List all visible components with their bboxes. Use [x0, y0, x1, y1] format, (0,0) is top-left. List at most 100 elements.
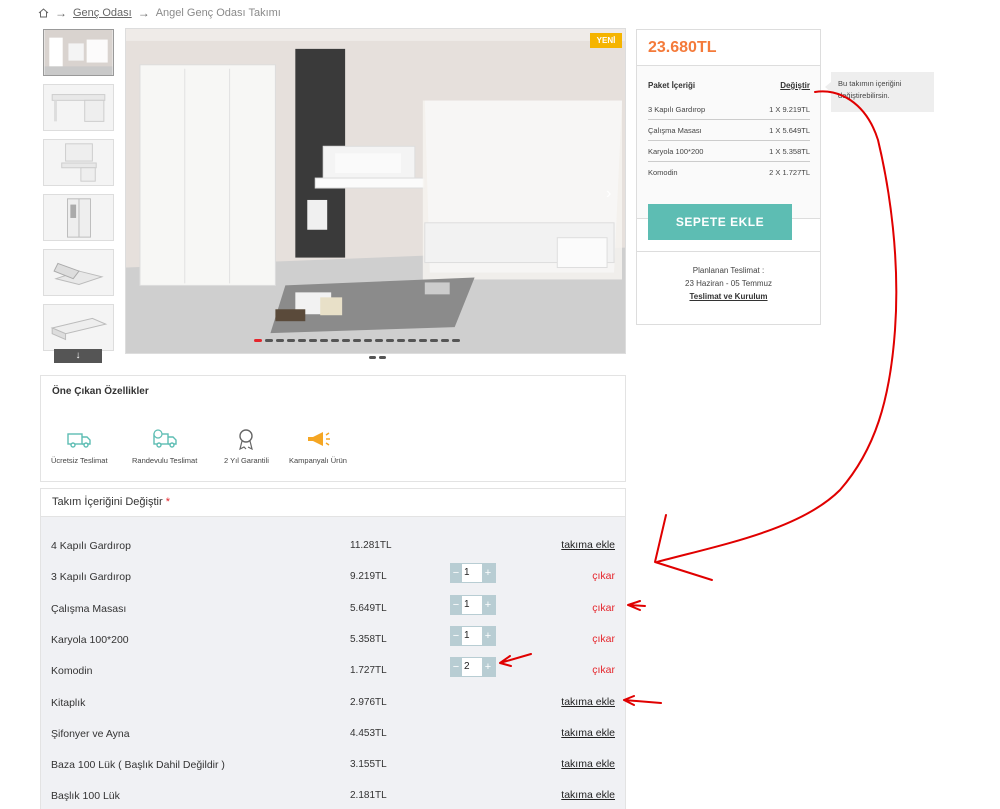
package-item-name: Komodin — [648, 168, 678, 177]
add-to-set-link[interactable]: takıma ekle — [561, 696, 615, 708]
package-item-name: 3 Kapılı Gardırop — [648, 105, 706, 114]
gallery-dot[interactable] — [254, 339, 262, 342]
set-item-name: Kitaplık — [51, 696, 86, 709]
megaphone-icon — [307, 432, 330, 446]
gallery-dot[interactable] — [342, 339, 350, 342]
award-badge-icon — [239, 429, 254, 450]
set-item-row: Çalışma Masası 5.649TL −1 + çıkar — [41, 593, 625, 624]
gallery-dot[interactable] — [298, 339, 306, 342]
add-to-set-link[interactable]: takıma ekle — [561, 789, 615, 801]
set-item-row: 3 Kapılı Gardırop 9.219TL −1 + çıkar — [41, 561, 625, 592]
plus-icon[interactable]: + — [482, 595, 494, 615]
remove-link[interactable]: çıkar — [592, 602, 615, 614]
quantity-value[interactable]: 1 — [462, 595, 482, 614]
breadcrumb-link-genc-odasi[interactable]: Genç Odası — [73, 7, 132, 19]
feature-item: Ücretsiz Teslimat — [51, 428, 108, 465]
gallery-dot[interactable] — [364, 339, 372, 342]
package-item: Komodin 2 X 1.727TL — [648, 163, 810, 183]
gallery-dot[interactable] — [430, 339, 438, 342]
package-title: Paket İçeriği — [648, 81, 696, 90]
feature-label: 2 Yıl Garantili — [224, 456, 269, 465]
breadcrumb: → Genç Odası → Angel Genç Odası Takımı — [38, 6, 281, 20]
set-item-row: Komodin 1.727TL −2 + çıkar — [41, 655, 625, 686]
set-item-name: Çalışma Masası — [51, 602, 127, 615]
change-contents-title-text: Takım İçeriğini Değiştir — [52, 496, 163, 508]
thumbnail-strip: ↓ — [40, 28, 117, 364]
set-item-name: Baza 100 Lük ( Başlık Dahil Değildir ) — [51, 759, 225, 772]
set-item-name: Komodin — [51, 665, 93, 678]
add-to-set-link[interactable]: takıma ekle — [561, 539, 615, 551]
quantity-value[interactable]: 2 — [462, 658, 482, 677]
quantity-stepper[interactable]: −1 + — [450, 594, 496, 615]
gallery-dot[interactable] — [265, 339, 273, 342]
gallery-dot[interactable] — [386, 339, 394, 342]
package-header: Paket İçeriği Değiştir — [648, 81, 810, 90]
gallery-dot[interactable] — [320, 339, 328, 342]
add-to-set-link[interactable]: takıma ekle — [561, 727, 615, 739]
gallery-dot[interactable] — [276, 339, 284, 342]
thumbnail-storage-bed[interactable] — [43, 249, 114, 296]
thumbnail-desk-shelf[interactable] — [43, 139, 114, 186]
price-panel: 23.680TL Paket İçeriği Değiştir 3 Kapılı… — [636, 29, 821, 325]
feature-item: Kampanyalı Ürün — [289, 428, 347, 465]
minus-icon[interactable]: − — [450, 563, 462, 583]
thumbnail-room[interactable] — [43, 29, 114, 76]
remove-link[interactable]: çıkar — [592, 633, 615, 645]
gallery-dot[interactable] — [408, 339, 416, 342]
remove-link[interactable]: çıkar — [592, 570, 615, 582]
set-item-name: Karyola 100*200 — [51, 633, 129, 646]
set-item-row: Başlık 100 Lük 2.181TL takıma ekle — [41, 780, 625, 809]
remove-link[interactable]: çıkar — [592, 664, 615, 676]
gallery-dot[interactable] — [353, 339, 361, 342]
scheduled-truck-icon — [152, 429, 177, 448]
chevron-right-icon[interactable]: › — [606, 185, 611, 203]
quantity-stepper[interactable]: −2 + — [450, 657, 496, 678]
add-to-set-link[interactable]: takıma ekle — [561, 758, 615, 770]
thumbnail-desk[interactable] — [43, 84, 114, 131]
package-item-qty: 1 X 9.219TL — [769, 105, 810, 114]
breadcrumb-separator-icon: → — [137, 6, 150, 20]
quantity-stepper[interactable]: −1 + — [450, 563, 496, 584]
change-package-link[interactable]: Değiştir — [780, 81, 810, 90]
quantity-value[interactable]: 1 — [462, 564, 482, 583]
gallery-dot[interactable] — [397, 339, 405, 342]
package-item-name: Karyola 100*200 — [648, 147, 704, 156]
gallery-dot[interactable] — [419, 339, 427, 342]
quantity-value[interactable]: 1 — [462, 626, 482, 645]
add-to-cart-button[interactable]: SEPETE EKLE — [648, 204, 792, 240]
change-contents-title: Takım İçeriğini Değiştir * — [41, 489, 625, 517]
gallery-dot[interactable] — [287, 339, 295, 342]
arrow-down-icon[interactable]: ↓ — [54, 349, 102, 363]
gallery-page-dot[interactable] — [369, 356, 376, 359]
feature-label: Ücretsiz Teslimat — [51, 456, 108, 465]
thumbnail-wardrobe-open[interactable] — [43, 194, 114, 241]
set-item-price: 2.181TL — [350, 790, 387, 802]
gallery-page-dot[interactable] — [379, 356, 386, 359]
minus-icon[interactable]: − — [450, 595, 462, 615]
plus-icon[interactable]: + — [482, 563, 494, 583]
quantity-stepper[interactable]: −1 + — [450, 625, 496, 646]
gallery-dot[interactable] — [441, 339, 449, 342]
set-item-name: 4 Kapılı Gardırop — [51, 540, 131, 552]
gallery-dot[interactable] — [309, 339, 317, 342]
minus-icon[interactable]: − — [450, 626, 462, 646]
minus-icon[interactable]: − — [450, 657, 462, 677]
feature-item: 2 Yıl Garantili — [224, 428, 269, 465]
delivery-link[interactable]: Teslimat ve Kurulum — [637, 290, 820, 303]
breadcrumb-separator-icon: → — [55, 6, 67, 20]
plus-icon[interactable]: + — [482, 626, 494, 646]
gallery-dot[interactable] — [375, 339, 383, 342]
home-icon[interactable] — [38, 8, 49, 18]
gallery-dot[interactable] — [452, 339, 460, 342]
package-item-qty: 1 X 5.649TL — [769, 126, 810, 135]
delivery-info: Planlanan Teslimat : 23 Haziran - 05 Tem… — [637, 251, 820, 303]
set-item-price: 11.281TL — [350, 540, 392, 551]
set-item-row: Baza 100 Lük ( Başlık Dahil Değildir ) 3.… — [41, 749, 625, 780]
gallery-dot[interactable] — [331, 339, 339, 342]
main-product-image[interactable] — [125, 28, 626, 354]
set-item-price: 3.155TL — [350, 759, 387, 771]
thumbnail-base[interactable] — [43, 304, 114, 351]
gallery-page-dots — [369, 356, 386, 359]
plus-icon[interactable]: + — [482, 657, 494, 677]
package-item: 3 Kapılı Gardırop 1 X 9.219TL — [648, 100, 810, 120]
